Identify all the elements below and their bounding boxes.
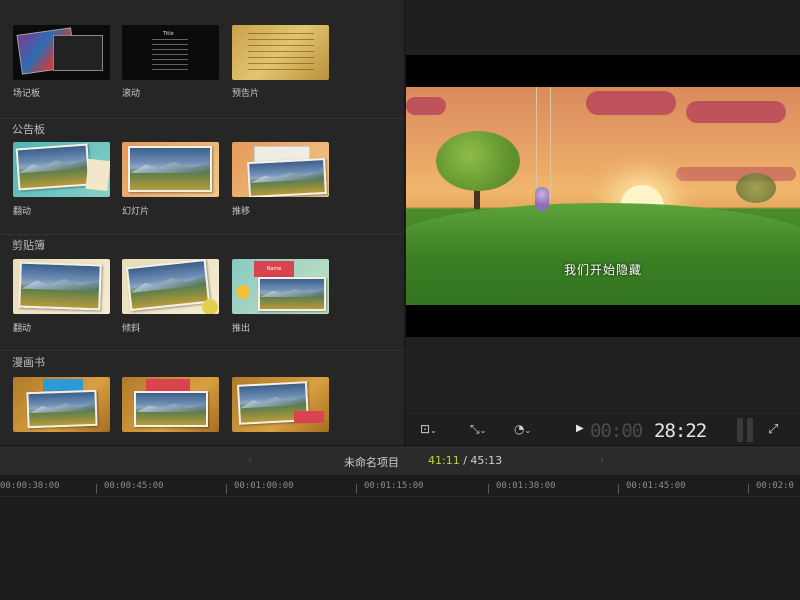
ruler-tick bbox=[96, 484, 97, 494]
thumbnail-label: 幻灯片 bbox=[122, 207, 150, 217]
hill bbox=[406, 203, 800, 305]
total-time: 45:13 bbox=[470, 454, 503, 467]
viewer-toolbar: ⊡⌄ ⤡⌄ ◔⌄ ▶ 00:00 28:22 ⤢ bbox=[406, 413, 800, 445]
ruler-tick bbox=[488, 484, 489, 494]
thumbnail-comic-2[interactable] bbox=[122, 377, 219, 432]
thumbnail-label: 推出 bbox=[232, 324, 251, 334]
back-arrow-icon[interactable]: ‹ bbox=[248, 453, 252, 466]
cloud bbox=[406, 97, 446, 115]
thumbnail-clapperboard[interactable] bbox=[13, 25, 110, 80]
current-time: 41:11 bbox=[428, 454, 460, 467]
play-icon[interactable]: ▶ bbox=[576, 423, 584, 434]
thumbnail-label: 倾斜 bbox=[122, 324, 141, 334]
cloud bbox=[686, 101, 786, 123]
viewer-panel: 我们开始隐藏 ⊡⌄ ⤡⌄ ◔⌄ ▶ 00:00 28:22 ⤢ bbox=[406, 0, 800, 445]
video-preview[interactable]: 我们开始隐藏 bbox=[406, 55, 800, 337]
thumbnail-bulletin-push[interactable] bbox=[232, 142, 329, 197]
thumbnail-label: 翻动 bbox=[13, 207, 32, 217]
thumbnail-bulletin-flip[interactable] bbox=[13, 142, 110, 197]
divider bbox=[0, 234, 404, 235]
divider bbox=[0, 118, 404, 119]
thumbnail-trailer[interactable] bbox=[232, 25, 329, 80]
generator-row: 场记板 Title 滚动 预告片 bbox=[0, 0, 404, 118]
timeline-header: ‹ 未命名项目 41:11 / 45:13 › bbox=[0, 445, 800, 475]
ruler-tick bbox=[226, 484, 227, 494]
speed-icon[interactable]: ◔⌄ bbox=[514, 422, 531, 436]
project-duration: 41:11 / 45:13 bbox=[428, 454, 503, 467]
ruler-label: 00:00:45:00 bbox=[104, 481, 164, 491]
section-title-bulletin-board: 公告板 bbox=[12, 123, 45, 136]
thumbnail-label: 场记板 bbox=[13, 89, 41, 99]
viewer-header bbox=[406, 0, 800, 55]
viewer-layout-icon[interactable]: ⊡⌄ bbox=[420, 422, 437, 436]
effects-browser: 场记板 Title 滚动 预告片 公告板 翻动 幻灯片 推移 剪贴簿 翻动 倾斜… bbox=[0, 0, 405, 445]
character-on-swing bbox=[535, 187, 549, 211]
video-subtitle: 我们开始隐藏 bbox=[563, 263, 642, 277]
thumbnail-label: 滚动 bbox=[122, 89, 141, 99]
ruler-tick bbox=[356, 484, 357, 494]
timeline-tracks[interactable] bbox=[0, 497, 800, 600]
section-title-comic-book: 漫画书 bbox=[12, 356, 45, 369]
forward-arrow-icon[interactable]: › bbox=[600, 453, 604, 466]
thumbnail-label: 推移 bbox=[232, 207, 251, 217]
divider bbox=[0, 350, 404, 351]
project-name: 未命名项目 bbox=[344, 456, 399, 469]
swing-rope bbox=[536, 87, 537, 197]
thumbnail-comic-1[interactable] bbox=[13, 377, 110, 432]
thumbnail-scrapbook-pushout[interactable]: Name bbox=[232, 259, 329, 314]
fullscreen-icon[interactable]: ⤢ bbox=[768, 422, 778, 437]
tree bbox=[436, 131, 520, 191]
thumbnail-scroll-title: Title bbox=[163, 31, 174, 37]
distant-tree bbox=[736, 173, 776, 203]
audio-meter bbox=[747, 418, 753, 442]
ruler-label: 00:01:30:00 bbox=[496, 481, 556, 491]
thumbnail-label: 预告片 bbox=[232, 89, 260, 99]
scrapbook-name-badge: Name bbox=[254, 261, 294, 277]
thumbnail-bulletin-slideshow[interactable] bbox=[122, 142, 219, 197]
ruler-label: 00:02:0 bbox=[756, 481, 794, 491]
cloud bbox=[586, 91, 676, 115]
section-title-scrapbook: 剪贴簿 bbox=[12, 239, 45, 252]
ruler-label: 00:01:15:00 bbox=[364, 481, 424, 491]
thumbnail-scrapbook-tilt[interactable] bbox=[122, 259, 219, 314]
ruler-label: 00:01:45:00 bbox=[626, 481, 686, 491]
cloud bbox=[676, 167, 796, 181]
ruler-tick bbox=[618, 484, 619, 494]
thumbnail-scroll[interactable]: Title bbox=[122, 25, 219, 80]
swing-rope bbox=[550, 87, 551, 197]
thumbnail-scrapbook-flip[interactable] bbox=[13, 259, 110, 314]
ruler-tick bbox=[748, 484, 749, 494]
timecode-leading: 00:00 bbox=[590, 420, 643, 442]
transform-tool-icon[interactable]: ⤡⌄ bbox=[470, 422, 486, 437]
audio-meter bbox=[737, 418, 743, 442]
timecode: 28:22 bbox=[654, 420, 707, 442]
ruler-label: 00:01:00:00 bbox=[234, 481, 294, 491]
timeline-ruler[interactable]: 00:00:30:00 00:00:45:00 00:01:00:00 00:0… bbox=[0, 475, 800, 497]
ruler-label: 00:00:30:00 bbox=[0, 481, 60, 491]
thumbnail-label: 翻动 bbox=[13, 324, 32, 334]
video-frame: 我们开始隐藏 bbox=[406, 87, 800, 305]
thumbnail-comic-3[interactable] bbox=[232, 377, 329, 432]
